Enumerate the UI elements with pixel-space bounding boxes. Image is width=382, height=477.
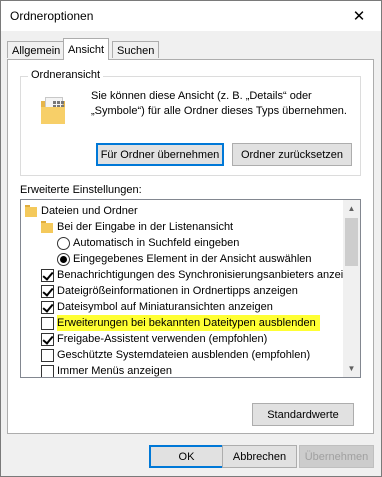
close-icon[interactable]: ✕ bbox=[337, 1, 381, 31]
setting-row[interactable]: Erweiterungen bei bekannten Dateitypen a… bbox=[21, 315, 343, 331]
checkbox[interactable] bbox=[41, 317, 54, 330]
scroll-down-icon[interactable]: ▼ bbox=[343, 360, 360, 377]
tab-view[interactable]: Ansicht bbox=[63, 38, 110, 60]
folder-icon bbox=[25, 205, 37, 217]
checkbox[interactable] bbox=[41, 301, 54, 314]
setting-label: Dateisymbol auf Miniaturansichten anzeig… bbox=[57, 301, 273, 313]
ok-button[interactable]: OK bbox=[149, 445, 224, 468]
setting-row[interactable]: Immer Menüs anzeigen bbox=[21, 363, 343, 377]
tab-general[interactable]: Allgemein bbox=[7, 41, 66, 58]
setting-label: Benachrichtigungen des Synchronisierungs… bbox=[57, 269, 361, 281]
view-tab-panel: Ordneransicht Sie können diese Ansicht (… bbox=[7, 59, 374, 434]
scroll-thumb[interactable] bbox=[345, 218, 358, 266]
setting-label: Automatisch in Suchfeld eingeben bbox=[73, 237, 240, 249]
setting-row[interactable]: Dateisymbol auf Miniaturansichten anzeig… bbox=[21, 299, 343, 315]
window-title: Ordneroptionen bbox=[10, 9, 94, 23]
setting-row: Dateien und Ordner bbox=[21, 203, 343, 219]
setting-label: Bei der Eingabe in der Listenansicht bbox=[57, 221, 234, 233]
checkbox[interactable] bbox=[41, 269, 54, 282]
setting-label: Immer Menüs anzeigen bbox=[57, 365, 172, 377]
checkbox[interactable] bbox=[41, 333, 54, 346]
checkbox[interactable] bbox=[41, 349, 54, 362]
setting-row: Bei der Eingabe in der Listenansicht bbox=[21, 219, 343, 235]
checkbox[interactable] bbox=[41, 285, 54, 298]
radio-button[interactable] bbox=[57, 237, 70, 250]
apply-button[interactable]: Übernehmen bbox=[299, 445, 374, 468]
setting-label: Eingegebenes Element in der Ansicht ausw… bbox=[73, 253, 312, 265]
folder-options-dialog: Ordneroptionen ✕ Allgemein Ansicht Suche… bbox=[0, 0, 382, 477]
cancel-button[interactable]: Abbrechen bbox=[222, 445, 297, 468]
setting-label: Dateigrößeinformationen in Ordnertipps a… bbox=[57, 285, 298, 297]
setting-row[interactable]: Freigabe-Assistent verwenden (empfohlen) bbox=[21, 331, 343, 347]
apply-to-folders-button[interactable]: Für Ordner übernehmen bbox=[96, 143, 224, 166]
folder-view-group-label: Ordneransicht bbox=[28, 69, 104, 81]
setting-label: Freigabe-Assistent verwenden (empfohlen) bbox=[57, 333, 268, 345]
setting-label: Dateien und Ordner bbox=[41, 205, 138, 217]
folder-icon bbox=[41, 221, 53, 233]
checkbox[interactable] bbox=[41, 365, 54, 377]
setting-row[interactable]: Benachrichtigungen des Synchronisierungs… bbox=[21, 267, 360, 283]
advanced-settings-list[interactable]: Dateien und Ordner Bei der Eingabe in der… bbox=[20, 199, 361, 378]
setting-row[interactable]: Automatisch in Suchfeld eingeben bbox=[21, 235, 343, 251]
folder-view-icon bbox=[41, 97, 65, 124]
restore-defaults-button[interactable]: Standardwerte bbox=[252, 403, 354, 426]
reset-folders-button[interactable]: Ordner zurücksetzen bbox=[232, 143, 352, 166]
title-bar[interactable]: Ordneroptionen ✕ bbox=[1, 1, 381, 31]
advanced-settings-label: Erweiterte Einstellungen: bbox=[20, 184, 142, 196]
setting-row[interactable]: Eingegebenes Element in der Ansicht ausw… bbox=[21, 251, 343, 267]
setting-label: Erweiterungen bei bekannten Dateitypen a… bbox=[57, 315, 320, 331]
vertical-scrollbar[interactable]: ▲ ▼ bbox=[343, 200, 360, 377]
setting-row[interactable]: Dateigrößeinformationen in Ordnertipps a… bbox=[21, 283, 343, 299]
tab-search[interactable]: Suchen bbox=[112, 41, 160, 58]
scroll-up-icon[interactable]: ▲ bbox=[343, 200, 360, 217]
setting-label: Geschützte Systemdateien ausblenden (emp… bbox=[57, 349, 311, 361]
setting-row[interactable]: Geschützte Systemdateien ausblenden (emp… bbox=[21, 347, 343, 363]
folder-view-group: Ordneransicht Sie können diese Ansicht (… bbox=[20, 69, 361, 176]
radio-button[interactable] bbox=[57, 253, 70, 266]
folder-view-description: Sie können diese Ansicht (z. B. „Details… bbox=[91, 90, 347, 117]
